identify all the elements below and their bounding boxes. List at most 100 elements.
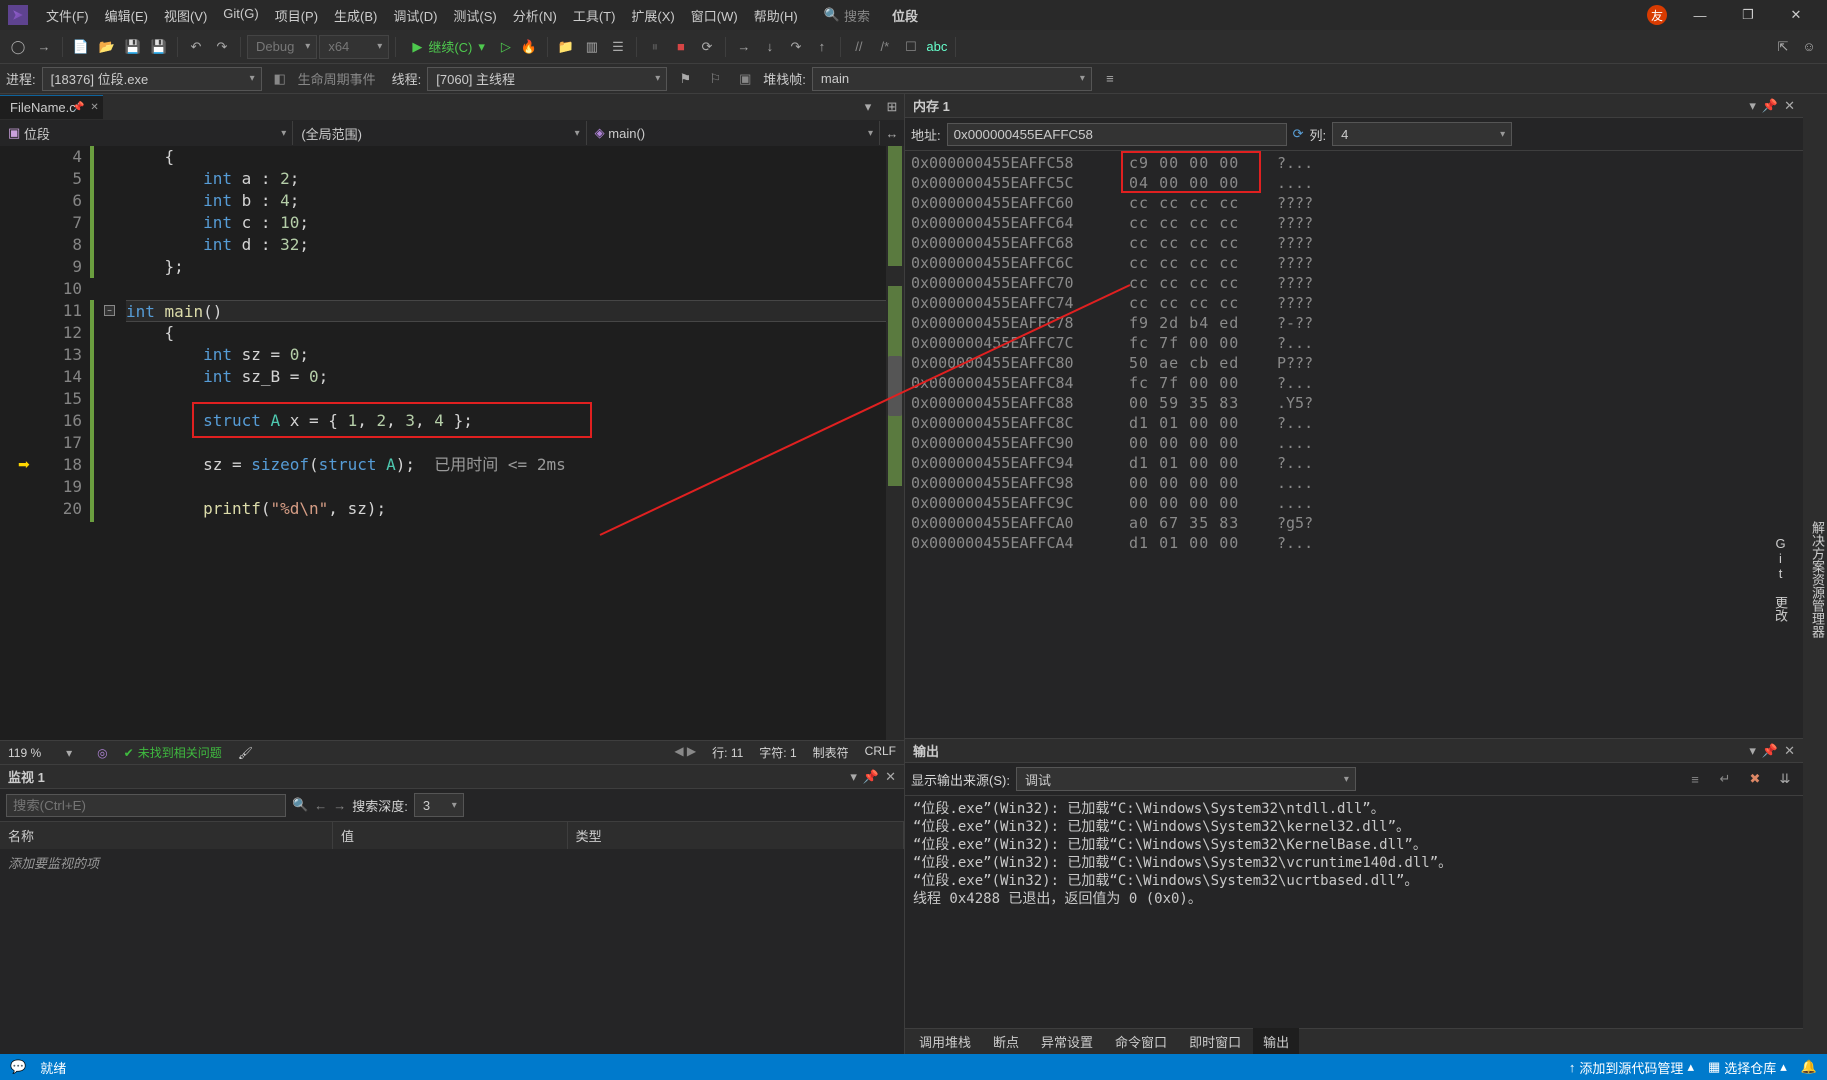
menu-item[interactable]: 窗口(W) bbox=[683, 2, 746, 29]
code-body[interactable]: { int a : 2; int b : 4; int c : 10; int … bbox=[120, 146, 886, 740]
menu-item[interactable]: 调试(D) bbox=[385, 2, 445, 29]
undo-icon[interactable]: ↶ bbox=[184, 35, 208, 59]
memory-row[interactable]: 0x000000455EAFFC70cc cc cc cc???? bbox=[911, 273, 1797, 293]
window-layout-icon[interactable]: ▥ bbox=[580, 35, 604, 59]
menu-item[interactable]: 视图(V) bbox=[156, 2, 215, 29]
watch-col-header[interactable]: 值 bbox=[332, 822, 567, 849]
pause-icon[interactable]: ⏸ bbox=[643, 35, 667, 59]
panel-pin-icon[interactable]: 📌 bbox=[1762, 743, 1778, 759]
panel-close-icon[interactable]: ✕ bbox=[1784, 743, 1795, 759]
menu-item[interactable]: 扩展(X) bbox=[623, 2, 682, 29]
nav-project-combo[interactable]: ▣ 位段 bbox=[0, 121, 293, 145]
redo-icon[interactable]: ↷ bbox=[210, 35, 234, 59]
platform-combo[interactable]: x64 bbox=[319, 35, 389, 59]
output-wrap-icon[interactable]: ↵ bbox=[1713, 767, 1737, 791]
brush-icon[interactable]: 🖌 bbox=[238, 746, 253, 760]
memory-row[interactable]: 0x000000455EAFFC9C00 00 00 00.... bbox=[911, 493, 1797, 513]
code-editor[interactable]: ➡ 4567891011121314151617181920 − { int a… bbox=[0, 146, 904, 740]
memory-row[interactable]: 0x000000455EAFFC5C04 00 00 00.... bbox=[911, 173, 1797, 193]
toolbar-overflow-icon[interactable]: ≡ bbox=[1098, 67, 1122, 91]
code-line[interactable]: int d : 32; bbox=[126, 234, 886, 256]
bottom-tab[interactable]: 异常设置 bbox=[1031, 1028, 1103, 1055]
memory-row[interactable]: 0x000000455EAFFC68cc cc cc cc???? bbox=[911, 233, 1797, 253]
menu-item[interactable]: 分析(N) bbox=[505, 2, 565, 29]
panel-pin-icon[interactable]: 📌 bbox=[1762, 98, 1778, 114]
code-line[interactable]: struct A x = { 1, 2, 3, 4 }; bbox=[126, 410, 886, 432]
bottom-tab[interactable]: 即时窗口 bbox=[1179, 1028, 1251, 1055]
maximize-button[interactable]: ❐ bbox=[1725, 0, 1771, 30]
line-ending[interactable]: CRLF bbox=[865, 744, 896, 761]
addr-input[interactable] bbox=[947, 123, 1287, 146]
code-line[interactable]: int a : 2; bbox=[126, 168, 886, 190]
output-clear-icon[interactable]: ≡ bbox=[1683, 767, 1707, 791]
code-line[interactable] bbox=[126, 278, 886, 300]
code-line[interactable]: { bbox=[126, 322, 886, 344]
nav-split-icon[interactable]: ↔ bbox=[880, 121, 904, 145]
panel-dropdown-icon[interactable]: ▾ bbox=[1749, 743, 1756, 759]
step-out-icon[interactable]: ↑ bbox=[810, 35, 834, 59]
watch-table[interactable]: 名称值类型 添加要监视的项 bbox=[0, 822, 904, 1054]
source-control-button[interactable]: ↑ 添加到源代码管理 ▴ bbox=[1569, 1058, 1694, 1077]
uncomment-icon[interactable]: /* bbox=[873, 35, 897, 59]
continue-button[interactable]: ▶ 继续(C) ▾ bbox=[402, 35, 495, 59]
panel-pin-icon[interactable]: 📌 bbox=[863, 769, 879, 785]
code-line[interactable] bbox=[126, 388, 886, 410]
code-line[interactable]: int sz_B = 0; bbox=[126, 366, 886, 388]
fold-column[interactable]: − bbox=[102, 146, 120, 740]
memory-row[interactable]: 0x000000455EAFFC60cc cc cc cc???? bbox=[911, 193, 1797, 213]
menu-item[interactable]: 帮助(H) bbox=[746, 2, 806, 29]
nav-fwd-icon[interactable]: → bbox=[32, 35, 56, 59]
code-line[interactable] bbox=[126, 476, 886, 498]
memory-row[interactable]: 0x000000455EAFFC8Cd1 01 00 00?... bbox=[911, 413, 1797, 433]
process-combo[interactable]: [18376] 位段.exe bbox=[42, 67, 262, 91]
code-line[interactable]: printf("%d\n", sz); bbox=[126, 498, 886, 520]
memory-row[interactable]: 0x000000455EAFFC9000 00 00 00.... bbox=[911, 433, 1797, 453]
indent-mode[interactable]: 制表符 bbox=[813, 744, 849, 761]
search-icon[interactable]: 🔍 bbox=[292, 797, 308, 813]
bottom-tab[interactable]: 调用堆栈 bbox=[909, 1028, 981, 1055]
feedback-icon[interactable]: ☺ bbox=[1797, 35, 1821, 59]
code-line[interactable]: int sz = 0; bbox=[126, 344, 886, 366]
solution-explorer-tab[interactable]: 解决方案资源管理器 bbox=[1808, 521, 1827, 638]
start-wo-debug-icon[interactable]: ▷ bbox=[497, 35, 515, 59]
memory-row[interactable]: 0x000000455EAFFC74cc cc cc cc???? bbox=[911, 293, 1797, 313]
zoom-level[interactable]: 119 % bbox=[8, 746, 41, 760]
threads-icon[interactable]: ▣ bbox=[733, 67, 757, 91]
minimize-button[interactable]: — bbox=[1677, 0, 1723, 30]
stackframe-combo[interactable]: main bbox=[812, 67, 1092, 91]
save-all-icon[interactable]: 💾 bbox=[147, 35, 171, 59]
bottom-tab[interactable]: 命令窗口 bbox=[1105, 1028, 1177, 1055]
cols-combo[interactable]: 4 bbox=[1332, 122, 1512, 146]
memory-row[interactable]: 0x000000455EAFFC8050 ae cb edP??? bbox=[911, 353, 1797, 373]
bookmark-icon[interactable]: ☐ bbox=[899, 35, 923, 59]
right-side-tabs[interactable]: 解决方案资源管理器 Git 更改 bbox=[1803, 94, 1827, 1054]
open-icon[interactable]: 📂 bbox=[95, 35, 119, 59]
close-button[interactable]: ✕ bbox=[1773, 0, 1819, 30]
watch-col-header[interactable]: 名称 bbox=[0, 822, 332, 849]
memory-row[interactable]: 0x000000455EAFFC6Ccc cc cc cc???? bbox=[911, 253, 1797, 273]
panel-close-icon[interactable]: ✕ bbox=[1784, 98, 1795, 114]
menu-item[interactable]: 生成(B) bbox=[326, 2, 385, 29]
step-over-icon[interactable]: ↷ bbox=[784, 35, 808, 59]
nav-scope-combo[interactable]: (全局范围) bbox=[293, 121, 586, 145]
memory-row[interactable]: 0x000000455EAFFCA4d1 01 00 00?... bbox=[911, 533, 1797, 553]
zoom-dropdown-icon[interactable]: ▾ bbox=[57, 741, 81, 765]
code-line[interactable]: }; bbox=[126, 256, 886, 278]
memory-row[interactable]: 0x000000455EAFFC8800 59 35 83.Y5? bbox=[911, 393, 1797, 413]
panel-close-icon[interactable]: ✕ bbox=[885, 769, 896, 785]
code-line[interactable]: int c : 10; bbox=[126, 212, 886, 234]
watch-add-prompt[interactable]: 添加要监视的项 bbox=[0, 849, 904, 876]
nav-symbol-combo[interactable]: ◈ main() bbox=[587, 121, 880, 145]
memory-body[interactable]: 0x000000455EAFFC58c9 00 00 00?...0x00000… bbox=[905, 151, 1803, 738]
pin-icon[interactable]: 📌 bbox=[72, 102, 84, 113]
output-toggle-icon[interactable]: ✖ bbox=[1743, 767, 1767, 791]
tab-overflow-icon[interactable]: ⊞ bbox=[880, 95, 904, 119]
properties-icon[interactable]: ☰ bbox=[606, 35, 630, 59]
chat-icon[interactable]: 💬 bbox=[10, 1059, 26, 1075]
search-box[interactable]: 🔍 搜索 bbox=[824, 6, 870, 25]
tab-close-icon[interactable]: ✕ bbox=[90, 102, 98, 113]
folder-view-icon[interactable]: 📁 bbox=[554, 35, 578, 59]
memory-row[interactable]: 0x000000455EAFFC94d1 01 00 00?... bbox=[911, 453, 1797, 473]
output-scroll-icon[interactable]: ⇊ bbox=[1773, 767, 1797, 791]
lightbulb-icon[interactable]: ◎ bbox=[97, 746, 107, 760]
